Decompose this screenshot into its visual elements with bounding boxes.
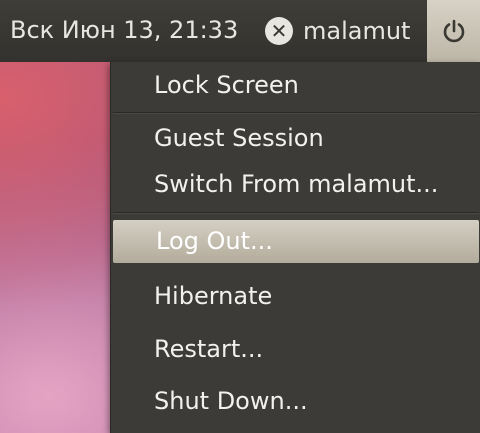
session-menu: Lock Screen Guest Session Switch From ma… — [110, 62, 480, 433]
x-circle-icon: ✕ — [265, 17, 293, 45]
power-button[interactable] — [427, 0, 480, 62]
menu-item-guest-session[interactable]: Guest Session — [111, 117, 480, 160]
menu-item-restart[interactable]: Restart... — [111, 328, 480, 371]
top-panel: Вск Июн 13, 21:33 ✕ malamut — [0, 0, 480, 62]
menu-separator — [113, 112, 479, 114]
menu-item-switch-user[interactable]: Switch From malamut... — [111, 163, 480, 206]
clock[interactable]: Вск Июн 13, 21:33 — [10, 16, 238, 44]
user-name: malamut — [303, 17, 411, 45]
menu-item-lock-screen[interactable]: Lock Screen — [111, 64, 480, 107]
menu-item-shut-down[interactable]: Shut Down... — [111, 380, 480, 423]
power-icon — [443, 19, 464, 43]
menu-item-log-out[interactable]: Log Out... — [113, 220, 479, 263]
user-indicator[interactable]: ✕ malamut — [265, 13, 410, 49]
menu-separator — [113, 212, 479, 214]
menu-item-hibernate[interactable]: Hibernate — [111, 275, 480, 318]
